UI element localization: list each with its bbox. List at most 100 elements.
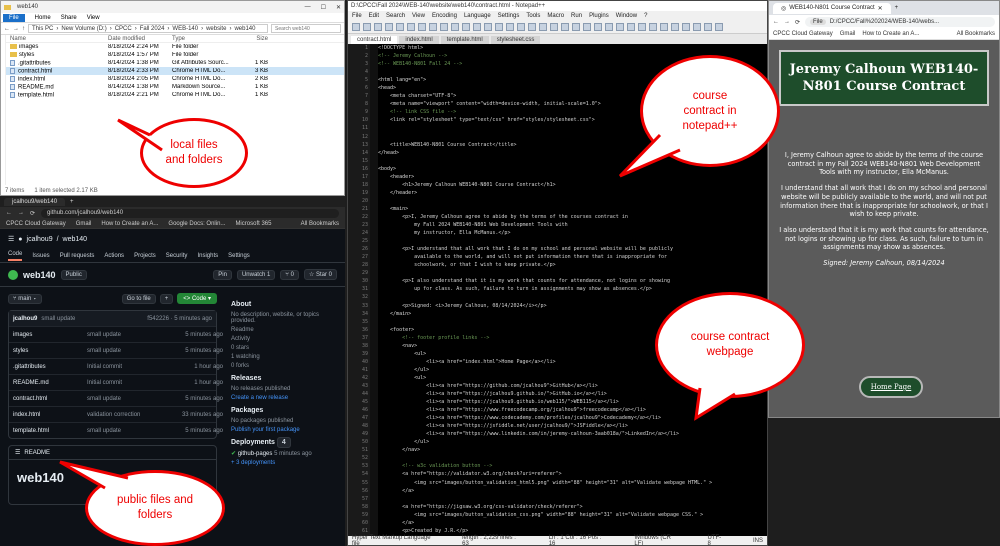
address-bar[interactable]: github.com/jcalhou9/web140 — [41, 208, 339, 218]
commit-author[interactable]: jcalhou9 — [13, 316, 37, 322]
bookmark-item[interactable]: CPCC Cloud Gateway — [6, 221, 66, 227]
breadcrumb-item[interactable]: website — [206, 26, 226, 32]
toolbar-icon[interactable] — [396, 22, 404, 31]
home-page-link[interactable]: Home Page — [859, 376, 923, 398]
menu-icon[interactable]: ☰ — [8, 235, 14, 243]
code-line[interactable]: <li><a href="https://www.freecodecamp.or… — [378, 406, 767, 414]
menu-item[interactable]: Macro — [547, 13, 564, 19]
toolbar-icon[interactable] — [462, 22, 470, 31]
create-release-link[interactable]: Create a new release — [231, 395, 339, 401]
code-line[interactable]: <li><a href="https://www.codecademy.com/… — [378, 414, 767, 422]
repo-file-msg[interactable]: Initial commit — [87, 380, 179, 386]
code-line[interactable]: </a> — [378, 519, 767, 527]
breadcrumb-item[interactable]: This PC — [32, 26, 53, 32]
code-line[interactable]: </header> — [378, 189, 767, 197]
repo-file-name[interactable]: README.md — [13, 380, 87, 386]
toolbar-icon[interactable] — [495, 22, 503, 31]
toolbar-icon[interactable] — [660, 22, 668, 31]
column-type[interactable]: Type — [172, 36, 236, 42]
forks-link[interactable]: 0 forks — [231, 363, 339, 369]
bookmark-item[interactable]: How to Create an A... — [862, 31, 919, 37]
menu-item[interactable]: Encoding — [432, 13, 457, 19]
breadcrumb-item[interactable]: Fall 2024 — [140, 26, 165, 32]
preview-address-bar[interactable]: File D:/CPCC/Fall%202024/WEB-140/webs... — [805, 17, 995, 27]
tab-actions[interactable]: Actions — [104, 253, 124, 259]
toolbar-icon[interactable] — [682, 22, 690, 31]
star-button[interactable]: ☆ Star 0 — [303, 269, 337, 280]
repo-title[interactable]: web140 — [23, 270, 56, 280]
code-line[interactable]: </nav> — [378, 446, 767, 454]
toolbar-icon[interactable] — [363, 22, 371, 31]
column-date[interactable]: Date modified — [108, 36, 172, 42]
code-line[interactable] — [378, 454, 767, 462]
ribbon-view-tab[interactable]: View — [87, 15, 100, 21]
code-line[interactable]: up for class. As such, failure to turn i… — [378, 285, 767, 293]
toolbar-icon[interactable] — [627, 22, 635, 31]
forward-arrow-icon[interactable]: → — [13, 26, 19, 32]
code-line[interactable]: <!DOCTYPE html> — [378, 44, 767, 52]
column-name[interactable]: Name — [10, 36, 108, 42]
toolbar-icon[interactable] — [704, 22, 712, 31]
breadcrumb-item[interactable]: CPCC — [115, 26, 132, 32]
repo-file-row[interactable]: .gitattributes Initial commit 1 hour ago — [9, 358, 223, 374]
repo-file-msg[interactable]: small update — [87, 428, 179, 434]
code-line[interactable]: available to the world, and will not put… — [378, 253, 767, 261]
toolbar-icon[interactable] — [693, 22, 701, 31]
tab-pull-requests[interactable]: Pull requests — [60, 253, 95, 259]
code-line[interactable]: <a href="https://validator.w3.org/check?… — [378, 470, 767, 478]
code-line[interactable]: schoolwork, or that I wish to keep priva… — [378, 261, 767, 269]
close-icon[interactable]: ✕ — [336, 4, 341, 11]
menu-item[interactable]: Search — [386, 13, 405, 19]
close-icon[interactable]: ✕ — [878, 5, 883, 12]
fork-button[interactable]: ⑂ 0 — [280, 269, 299, 280]
toolbar-icon[interactable] — [484, 22, 492, 31]
code-line[interactable]: <p>I, Jeremy Calhoun agree to abide by t… — [378, 213, 767, 221]
code-line[interactable]: <img src="images/button_validation_html5… — [378, 479, 767, 487]
reload-icon[interactable]: ⟳ — [30, 210, 35, 217]
repo-file-msg[interactable]: validation correction — [87, 412, 179, 418]
toolbar-icon[interactable] — [594, 22, 602, 31]
code-line[interactable]: <li><a href="https://jcalhou9.github.io/… — [378, 398, 767, 406]
file-row[interactable]: styles 8/18/2024 1:57 PM File folder — [6, 51, 344, 59]
code-line[interactable]: <h1>Jeremy Calhoun WEB140-N801 Course Co… — [378, 181, 767, 189]
branch-selector[interactable]: ⑂ main ▾ — [8, 293, 42, 304]
code-line[interactable]: <p>I also understand that it is my work … — [378, 277, 767, 285]
column-size[interactable]: Size — [236, 36, 272, 42]
back-arrow-icon[interactable]: ← — [6, 210, 12, 216]
toolbar-icon[interactable] — [528, 22, 536, 31]
repo-file-name[interactable]: contract.html — [13, 396, 87, 402]
toolbar-icon[interactable] — [583, 22, 591, 31]
browser-tab[interactable]: jcalhou9/web140 — [4, 197, 66, 206]
explorer-address-bar[interactable]: This PC › New Volume (D:) › CPCC › Fall 202… — [28, 24, 268, 33]
back-arrow-icon[interactable]: ← — [773, 19, 779, 25]
bookmark-item[interactable]: Microsoft 365 — [235, 221, 271, 227]
code-line[interactable]: <!-- w3c validation button --> — [378, 462, 767, 470]
repo-file-row[interactable]: images small update 5 minutes ago — [9, 326, 223, 342]
all-bookmarks[interactable]: All Bookmarks — [301, 221, 339, 227]
code-line[interactable]: <img src="images/button_validation_css.p… — [378, 511, 767, 519]
back-arrow-icon[interactable]: ← — [4, 26, 10, 32]
tab-projects[interactable]: Projects — [134, 253, 156, 259]
code-line[interactable]: <li><a href="https://jsfiddle.net/user/j… — [378, 422, 767, 430]
breadcrumb-item[interactable]: New Volume (D:) — [61, 26, 106, 32]
toolbar-icon[interactable] — [616, 22, 624, 31]
toolbar-icon[interactable] — [517, 22, 525, 31]
repo-file-msg[interactable]: small update — [87, 348, 179, 354]
publish-package-link[interactable]: Publish your first package — [231, 427, 339, 433]
bookmark-item[interactable]: CPCC Cloud Gateway — [773, 31, 833, 37]
file-row[interactable]: index.html 8/18/2024 2:05 PM Chrome HTML D… — [6, 75, 344, 83]
menu-item[interactable]: Edit — [369, 13, 379, 19]
code-line[interactable]: my instructor, Ella McManus.</p> — [378, 229, 767, 237]
menu-item[interactable]: Plugins — [589, 13, 609, 19]
tab-code[interactable]: Code — [8, 251, 23, 261]
file-row[interactable]: contract.html 8/18/2024 2:33 PM Chrome HTM… — [6, 67, 344, 75]
all-bookmarks[interactable]: All Bookmarks — [957, 31, 995, 37]
code-line[interactable]: </ul> — [378, 438, 767, 446]
ribbon-share-tab[interactable]: Share — [61, 15, 77, 21]
repo-file-name[interactable]: template.html — [13, 428, 87, 434]
tab-template-html[interactable]: template.html — [440, 36, 489, 44]
toolbar-icon[interactable] — [715, 22, 723, 31]
breadcrumb-item[interactable]: WEB-140 — [172, 26, 198, 32]
code-line[interactable]: </a> — [378, 487, 767, 495]
toolbar-icon[interactable] — [429, 22, 437, 31]
